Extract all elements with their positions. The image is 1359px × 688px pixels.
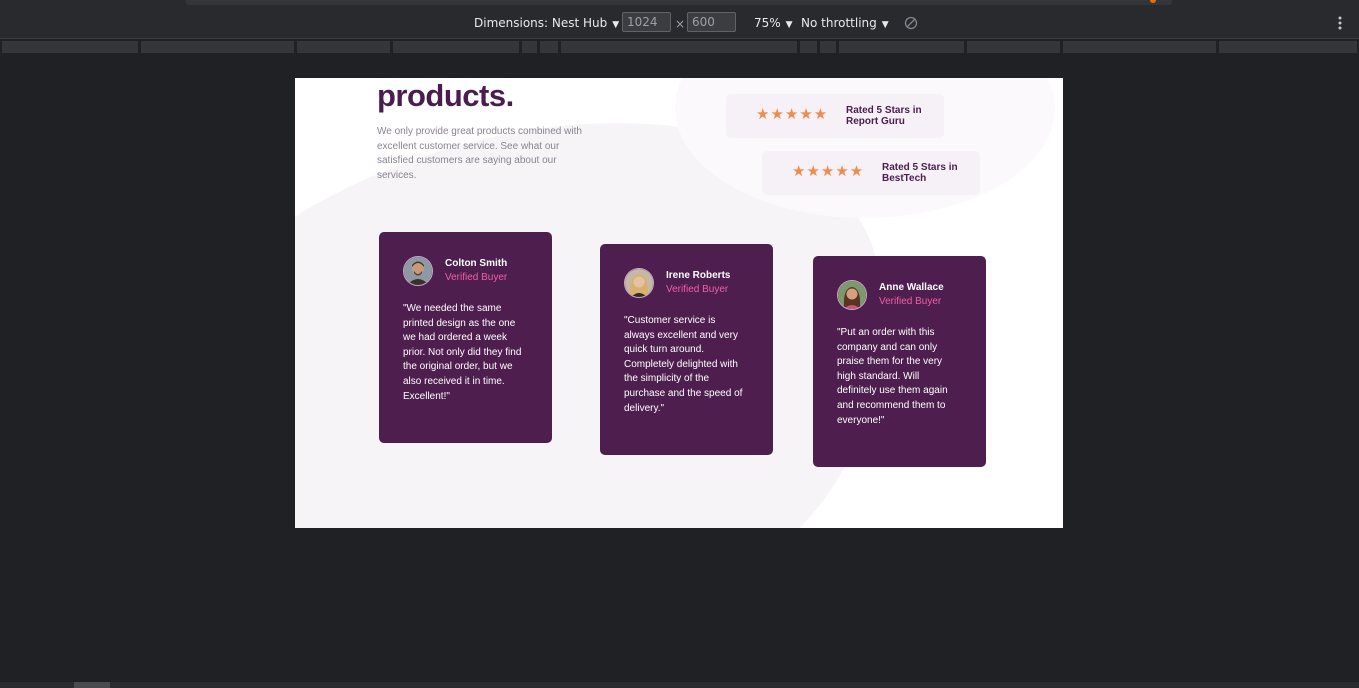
testimonial-card: Anne Wallace Verified Buyer "Put an orde… bbox=[813, 256, 986, 467]
device-select[interactable]: Dimensions: Nest Hub ▼ bbox=[474, 16, 619, 30]
five-stars-icon: ★★★★★ bbox=[756, 106, 829, 123]
media-query-segment[interactable] bbox=[540, 41, 558, 53]
rating-card: ★★★★★ Rated 5 Stars in Report Guru bbox=[726, 94, 944, 138]
zoom-label: 75% bbox=[754, 16, 781, 30]
media-query-segment[interactable] bbox=[141, 41, 294, 53]
chevron-down-icon: ▼ bbox=[881, 20, 889, 30]
scrollbar-thumb[interactable] bbox=[74, 682, 110, 688]
device-toolbar: Dimensions: Nest Hub ▼ 1024 × 600 75% ▼ No… bbox=[0, 10, 1359, 39]
verified-buyer-badge: Verified Buyer bbox=[879, 296, 942, 307]
address-bar-edge[interactable] bbox=[186, 0, 1172, 5]
rating-card: ★★★★★ Rated 5 Stars in BestTech bbox=[762, 151, 980, 195]
device-select-label: Dimensions: Nest Hub bbox=[474, 16, 608, 30]
chevron-down-icon: ▼ bbox=[785, 20, 793, 30]
testimonial-quote: "Put an order with this company and can … bbox=[837, 327, 948, 426]
media-query-segment[interactable] bbox=[800, 41, 817, 53]
rating-text: Rated 5 Stars in Report Guru bbox=[846, 105, 922, 127]
media-query-segment[interactable] bbox=[561, 41, 797, 53]
testimonial-quote: "Customer service is always excellent an… bbox=[624, 315, 743, 414]
horizontal-scrollbar[interactable] bbox=[0, 682, 1359, 688]
zoom-select[interactable]: 75% ▼ bbox=[754, 16, 793, 30]
avatar bbox=[624, 268, 654, 298]
media-query-segment[interactable] bbox=[1063, 41, 1216, 53]
media-query-bar bbox=[0, 39, 1359, 55]
testimonial-card: Irene Roberts Verified Buyer "Customer s… bbox=[600, 244, 773, 455]
media-query-segment[interactable] bbox=[393, 41, 519, 53]
five-stars-icon: ★★★★★ bbox=[792, 163, 865, 180]
verified-buyer-badge: Verified Buyer bbox=[445, 272, 508, 283]
avatar bbox=[837, 280, 867, 310]
throttling-select[interactable]: No throttling ▼ bbox=[801, 16, 889, 30]
verified-buyer-badge: Verified Buyer bbox=[666, 284, 729, 295]
page-title: products. bbox=[377, 78, 514, 113]
media-query-segment[interactable] bbox=[967, 41, 1060, 53]
height-input[interactable]: 600 bbox=[687, 12, 736, 32]
testimonial-quote: "We needed the same printed design as th… bbox=[403, 303, 522, 402]
media-query-segment[interactable] bbox=[2, 41, 138, 53]
customer-name: Irene Roberts bbox=[666, 270, 731, 281]
media-query-segment[interactable] bbox=[297, 41, 390, 53]
more-options-icon[interactable] bbox=[1334, 15, 1346, 31]
customer-name: Colton Smith bbox=[445, 258, 508, 269]
media-query-segment[interactable] bbox=[522, 41, 537, 53]
testimonial-card: Colton Smith Verified Buyer "We needed t… bbox=[379, 232, 552, 443]
rotate-icon[interactable] bbox=[904, 16, 918, 30]
hero-description: We only provide great products combined … bbox=[377, 126, 582, 181]
dimension-separator: × bbox=[675, 17, 686, 31]
rating-text: Rated 5 Stars in BestTech bbox=[882, 162, 958, 184]
media-query-segment[interactable] bbox=[839, 41, 964, 53]
width-input[interactable]: 1024 bbox=[622, 12, 671, 32]
device-viewport: products. We only provide great products… bbox=[295, 78, 1063, 528]
throttling-label: No throttling bbox=[801, 16, 877, 30]
avatar bbox=[403, 256, 433, 286]
media-query-segment[interactable] bbox=[1219, 41, 1357, 53]
chevron-down-icon: ▼ bbox=[612, 20, 620, 30]
media-query-segment[interactable] bbox=[820, 41, 836, 53]
customer-name: Anne Wallace bbox=[879, 282, 944, 293]
